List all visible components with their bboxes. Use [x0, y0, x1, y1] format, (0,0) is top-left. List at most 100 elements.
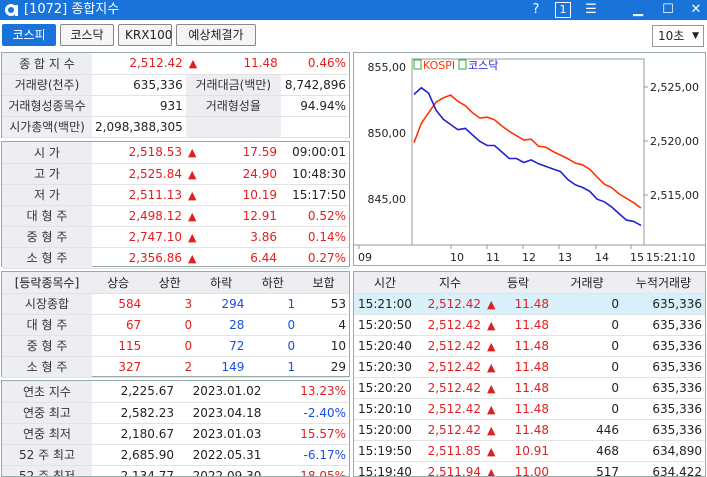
breadth-row: 중 형 주 115 0 72 0 10: [2, 335, 349, 357]
tick-row[interactable]: 15:19:40 2,511.94 ▲ 11.00 517 634,422: [354, 461, 705, 476]
minimize-icon[interactable]: ▁: [630, 2, 646, 18]
yearly-date: 2023.01.02: [177, 381, 277, 403]
tick-row[interactable]: 15:20:20 2,512.42 ▲ 11.48 0 635,336: [354, 377, 705, 399]
tick-header: 시간 지수 등락 거래량 누적거래량: [354, 272, 705, 294]
yearly-value: 2,582.23: [92, 402, 177, 424]
ohlc-label: 고 가: [2, 163, 92, 185]
ohlc-extra: 10:48:30: [280, 163, 349, 185]
tick-change-cell: ▲ 11.00: [484, 461, 552, 476]
tick-change-cell: ▲ 11.48: [484, 314, 552, 336]
tick-change: 11.48: [514, 359, 549, 374]
breadth-cell: 0: [144, 314, 196, 336]
tick-change-cell: ▲ 11.48: [484, 377, 552, 399]
up-arrow-icon: ▲: [487, 297, 496, 311]
toolbar: 코스피 코스닥 KRX100 예상체결가 10초 ▼: [0, 20, 707, 50]
breadth-header-cell: 하한: [247, 272, 299, 294]
tick-row[interactable]: 15:20:00 2,512.42 ▲ 11.48 446 635,336: [354, 419, 705, 441]
up-arrow-icon: ▲: [188, 167, 197, 181]
left-tick-label: 845,00: [368, 193, 407, 206]
x-tick-label: 13: [558, 251, 572, 264]
ohlc-label: 대 형 주: [2, 205, 92, 227]
tick-volume: 517: [552, 461, 622, 476]
yearly-row: 연중 최고 2,582.23 2023.04.18 -2.40%: [2, 402, 349, 424]
tick-index: 2,512.42: [416, 314, 484, 336]
tab-kospi[interactable]: 코스피: [2, 24, 56, 46]
tick-row[interactable]: 15:20:50 2,512.42 ▲ 11.48 0 635,336: [354, 314, 705, 336]
ohlc-label: 저 가: [2, 184, 92, 206]
interval-select[interactable]: 10초 ▼: [652, 25, 704, 47]
x-tick-label: 11: [486, 251, 500, 264]
tick-header-cell: 누적거래량: [622, 272, 705, 294]
ohlc-change: 12.91: [242, 208, 277, 223]
tick-cum-volume: 634,422: [622, 461, 705, 476]
tick-change: 11.48: [514, 338, 549, 353]
tick-change: 11.48: [514, 380, 549, 395]
breadth-cell: 115: [92, 335, 145, 357]
ohlc-change-cell: ▲ 6.44: [185, 247, 280, 269]
tick-cum-volume: 635,336: [622, 398, 705, 420]
close-icon[interactable]: ✕: [688, 2, 704, 18]
index-value: 2,512.42: [92, 53, 186, 75]
tab-krx100[interactable]: KRX100: [118, 24, 172, 46]
tab-kosdaq[interactable]: 코스닥: [60, 24, 114, 46]
summary-panel: 종 합 지 수 2,512.42 ▲ 11.48 0.46% 거래량(천주) 63…: [1, 52, 350, 138]
yearly-percent: 13.23%: [277, 381, 349, 403]
maximize-icon[interactable]: ☐: [660, 2, 676, 18]
ohlc-extra: 0.52%: [280, 205, 349, 227]
tick-change-cell: ▲ 10.91: [484, 440, 552, 462]
ohlc-change: 24.90: [242, 166, 277, 181]
ohlc-change-cell: ▲ 3.86: [185, 226, 280, 248]
yearly-label: 52 주 최고: [2, 444, 92, 466]
yearly-percent: 15.57%: [277, 423, 349, 445]
help-button[interactable]: ?: [528, 2, 544, 18]
ohlc-value: 2,747.10: [92, 226, 185, 248]
tick-volume: 0: [552, 314, 622, 336]
summary-table: 종 합 지 수 2,512.42 ▲ 11.48 0.46% 거래량(천주) 63…: [2, 53, 349, 138]
x-tick-label: 15: [630, 251, 644, 264]
tick-row[interactable]: 15:20:30 2,512.42 ▲ 11.48 0 635,336: [354, 356, 705, 378]
breadth-cell: 소 형 주: [2, 356, 92, 378]
breadth-cell: 28: [195, 314, 248, 336]
ohlc-change: 6.44: [250, 250, 277, 265]
yearly-percent: -6.17%: [277, 444, 349, 466]
interval-value: 10초: [658, 29, 685, 43]
tick-time: 15:21:00: [354, 293, 416, 315]
legend-kospi: KOSPI: [423, 59, 455, 72]
tick-volume: 468: [552, 440, 622, 462]
legend-marker-kospi: [413, 59, 422, 70]
tick-index: 2,511.94: [416, 461, 484, 476]
title-bar: [1072] 종합지수 ? 1 ☰ ▁ ☐ ✕: [0, 0, 707, 20]
breadth-cell: 584: [92, 293, 145, 315]
yearly-row: 52 주 최저 2,134.77 2022.09.30 18.05%: [2, 465, 349, 476]
tick-index: 2,512.42: [416, 419, 484, 441]
x-tick-label: 10: [450, 251, 464, 264]
traded-count-label: 거래형성종목수: [2, 95, 92, 117]
tab-expected-price[interactable]: 예상체결가: [176, 24, 256, 46]
tick-row[interactable]: 15:19:50 2,511.85 ▲ 10.91 468 634,890: [354, 440, 705, 462]
tick-time: 15:20:40: [354, 335, 416, 357]
single-view-button[interactable]: 1: [555, 2, 571, 18]
ohlc-value: 2,498.12: [92, 205, 185, 227]
tick-time: 15:20:30: [354, 356, 416, 378]
tick-header-cell: 시간: [354, 272, 416, 294]
tick-cum-volume: 635,336: [622, 419, 705, 441]
tick-change: 11.48: [514, 317, 549, 332]
breadth-cell: 3: [144, 293, 196, 315]
yearly-date: 2023.04.18: [177, 402, 277, 424]
tick-row[interactable]: 15:20:40 2,512.42 ▲ 11.48 0 635,336: [354, 335, 705, 357]
legend-marker-kosdaq: [458, 59, 467, 70]
up-arrow-icon: ▲: [487, 444, 496, 458]
yearly-percent: 18.05%: [277, 465, 349, 476]
legend-kosdaq: 코스닥: [468, 59, 498, 72]
tick-cum-volume: 635,336: [622, 293, 705, 315]
tick-volume: 0: [552, 398, 622, 420]
breadth-header: [등락종목수] 상승 상한 하락 하한 보합: [2, 272, 349, 294]
tick-volume: 0: [552, 356, 622, 378]
tick-row[interactable]: 15:20:10 2,512.42 ▲ 11.48 0 635,336: [354, 398, 705, 420]
yearly-date: 2023.01.03: [177, 423, 277, 445]
x-tick-label: 14: [595, 251, 609, 264]
up-arrow-icon: ▲: [188, 209, 197, 223]
tick-row[interactable]: 15:21:00 2,512.42 ▲ 11.48 0 635,336: [354, 293, 705, 315]
tick-cum-volume: 634,890: [622, 440, 705, 462]
menu-icon[interactable]: ☰: [583, 2, 599, 18]
